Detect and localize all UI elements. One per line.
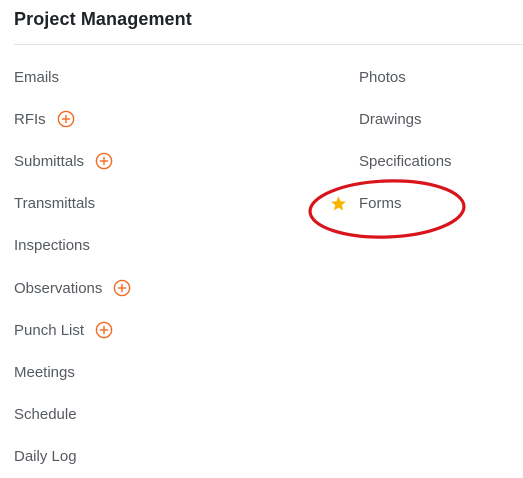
tool-item-emails[interactable]: Emails <box>14 56 131 98</box>
plus-circle-icon[interactable] <box>57 110 75 128</box>
tool-item-forms[interactable]: Forms <box>330 183 452 225</box>
tool-item-label[interactable]: Transmittals <box>14 195 95 212</box>
tool-item-daily-log[interactable]: Daily Log <box>14 436 131 478</box>
tool-item-label[interactable]: Observations <box>14 280 102 297</box>
tool-item-label[interactable]: Inspections <box>14 237 90 254</box>
tools-list-right: Photos Drawings Specifications Forms <box>330 56 452 225</box>
tool-item-label[interactable]: RFIs <box>14 111 46 128</box>
tool-item-label[interactable]: Specifications <box>359 153 452 170</box>
tool-item-submittals[interactable]: Submittals <box>14 140 131 182</box>
tool-item-schedule[interactable]: Schedule <box>14 394 131 436</box>
tool-item-label[interactable]: Submittals <box>14 153 84 170</box>
tool-item-rfis[interactable]: RFIs <box>14 98 131 140</box>
section-title: Project Management <box>14 9 192 29</box>
tool-item-label[interactable]: Punch List <box>14 322 84 339</box>
tool-item-label[interactable]: Schedule <box>14 406 77 423</box>
tool-item-specifications[interactable]: Specifications <box>330 140 452 182</box>
tool-item-label[interactable]: Daily Log <box>14 448 77 465</box>
tool-item-observations[interactable]: Observations <box>14 267 131 309</box>
tool-item-label[interactable]: Photos <box>359 69 406 86</box>
star-icon[interactable] <box>330 195 347 212</box>
tool-item-label[interactable]: Drawings <box>359 111 422 128</box>
tool-item-transmittals[interactable]: Transmittals <box>14 183 131 225</box>
plus-circle-icon[interactable] <box>113 279 131 297</box>
tool-item-drawings[interactable]: Drawings <box>330 98 452 140</box>
plus-circle-icon[interactable] <box>95 321 113 339</box>
divider <box>14 44 523 45</box>
tool-item-punch-list[interactable]: Punch List <box>14 309 131 351</box>
tool-item-inspections[interactable]: Inspections <box>14 225 131 267</box>
tool-item-photos[interactable]: Photos <box>330 56 452 98</box>
tool-item-label[interactable]: Meetings <box>14 364 75 381</box>
tool-item-label[interactable]: Forms <box>359 195 402 212</box>
tool-item-meetings[interactable]: Meetings <box>14 351 131 393</box>
plus-circle-icon[interactable] <box>95 152 113 170</box>
tools-list-left: Emails RFIs Submittals Transmittals Inspecti… <box>14 56 131 478</box>
tool-item-label[interactable]: Emails <box>14 69 59 86</box>
